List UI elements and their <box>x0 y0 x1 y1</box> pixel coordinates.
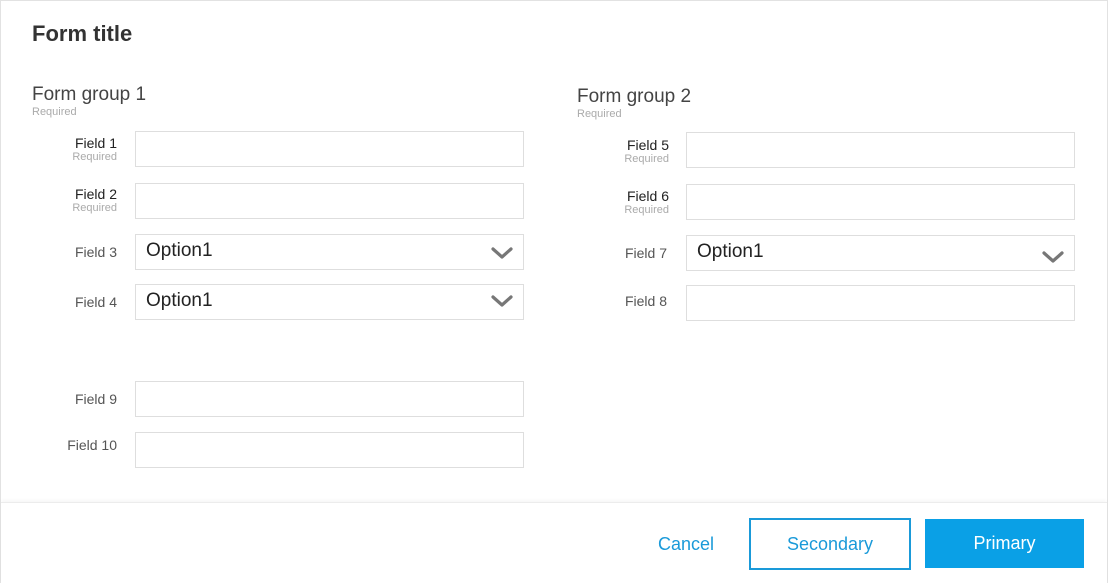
field-5-label-wrap: Field 5 Required <box>559 133 669 169</box>
field-9-input[interactable] <box>135 381 524 417</box>
form-group-1-title: Form group 1 <box>32 84 147 105</box>
primary-button[interactable]: Primary <box>925 519 1084 568</box>
form-group-2-header: Form group 2 Required <box>577 86 691 120</box>
field-7-label-wrap: Field 7 <box>557 235 667 271</box>
field-8-input[interactable] <box>686 285 1075 321</box>
field-2-required: Required <box>72 201 117 214</box>
chevron-down-icon <box>491 295 513 307</box>
field-8-label: Field 8 <box>624 292 667 309</box>
field-10-label-wrap: Field 10 <box>7 427 117 463</box>
form-group-2-required: Required <box>577 108 622 120</box>
field-6-label-wrap: Field 6 Required <box>559 184 669 220</box>
chevron-down-icon <box>1042 251 1064 263</box>
secondary-button[interactable]: Secondary <box>749 518 911 570</box>
field-5-input[interactable] <box>686 132 1075 168</box>
form-group-1-header: Form group 1 Required <box>32 84 146 118</box>
field-6-required: Required <box>624 203 669 216</box>
field-6-input[interactable] <box>686 184 1075 220</box>
field-6-label: Field 6 <box>626 187 669 204</box>
chevron-down-icon <box>491 247 513 259</box>
field-1-input[interactable] <box>135 131 524 167</box>
field-4-value: Option1 <box>146 290 213 311</box>
field-5-required: Required <box>624 152 669 165</box>
field-1-required: Required <box>72 150 117 163</box>
field-7-select[interactable]: Option1 <box>686 235 1075 271</box>
field-3-value: Option1 <box>146 240 213 261</box>
field-10-label: Field 10 <box>67 436 117 453</box>
field-2-label-wrap: Field 2 Required <box>7 182 117 218</box>
field-7-value: Option1 <box>697 241 764 262</box>
form-group-1-required: Required <box>32 106 77 118</box>
field-2-label: Field 2 <box>74 185 117 202</box>
field-8-label-wrap: Field 8 <box>557 283 667 319</box>
form-group-2-title: Form group 2 <box>577 86 692 107</box>
field-2-input[interactable] <box>135 183 524 219</box>
field-7-label: Field 7 <box>624 244 667 261</box>
form-footer: Cancel Secondary Primary <box>1 502 1107 583</box>
field-5-label: Field 5 <box>626 136 669 153</box>
field-9-label: Field 9 <box>74 390 117 407</box>
field-4-label-wrap: Field 4 <box>7 284 117 320</box>
field-4-select[interactable]: Option1 <box>135 284 524 320</box>
cancel-button[interactable]: Cancel <box>641 519 731 569</box>
form-title: Form title <box>32 21 133 46</box>
field-3-label: Field 3 <box>74 243 117 260</box>
field-3-label-wrap: Field 3 <box>7 234 117 270</box>
field-10-input[interactable] <box>135 432 524 468</box>
form-panel: Form title Form group 1 Required Field 1… <box>0 0 1108 583</box>
field-4-label: Field 4 <box>74 293 117 310</box>
field-3-select[interactable]: Option1 <box>135 234 524 270</box>
field-9-label-wrap: Field 9 <box>7 381 117 417</box>
field-1-label: Field 1 <box>74 134 117 151</box>
field-1-label-wrap: Field 1 Required <box>7 131 117 167</box>
